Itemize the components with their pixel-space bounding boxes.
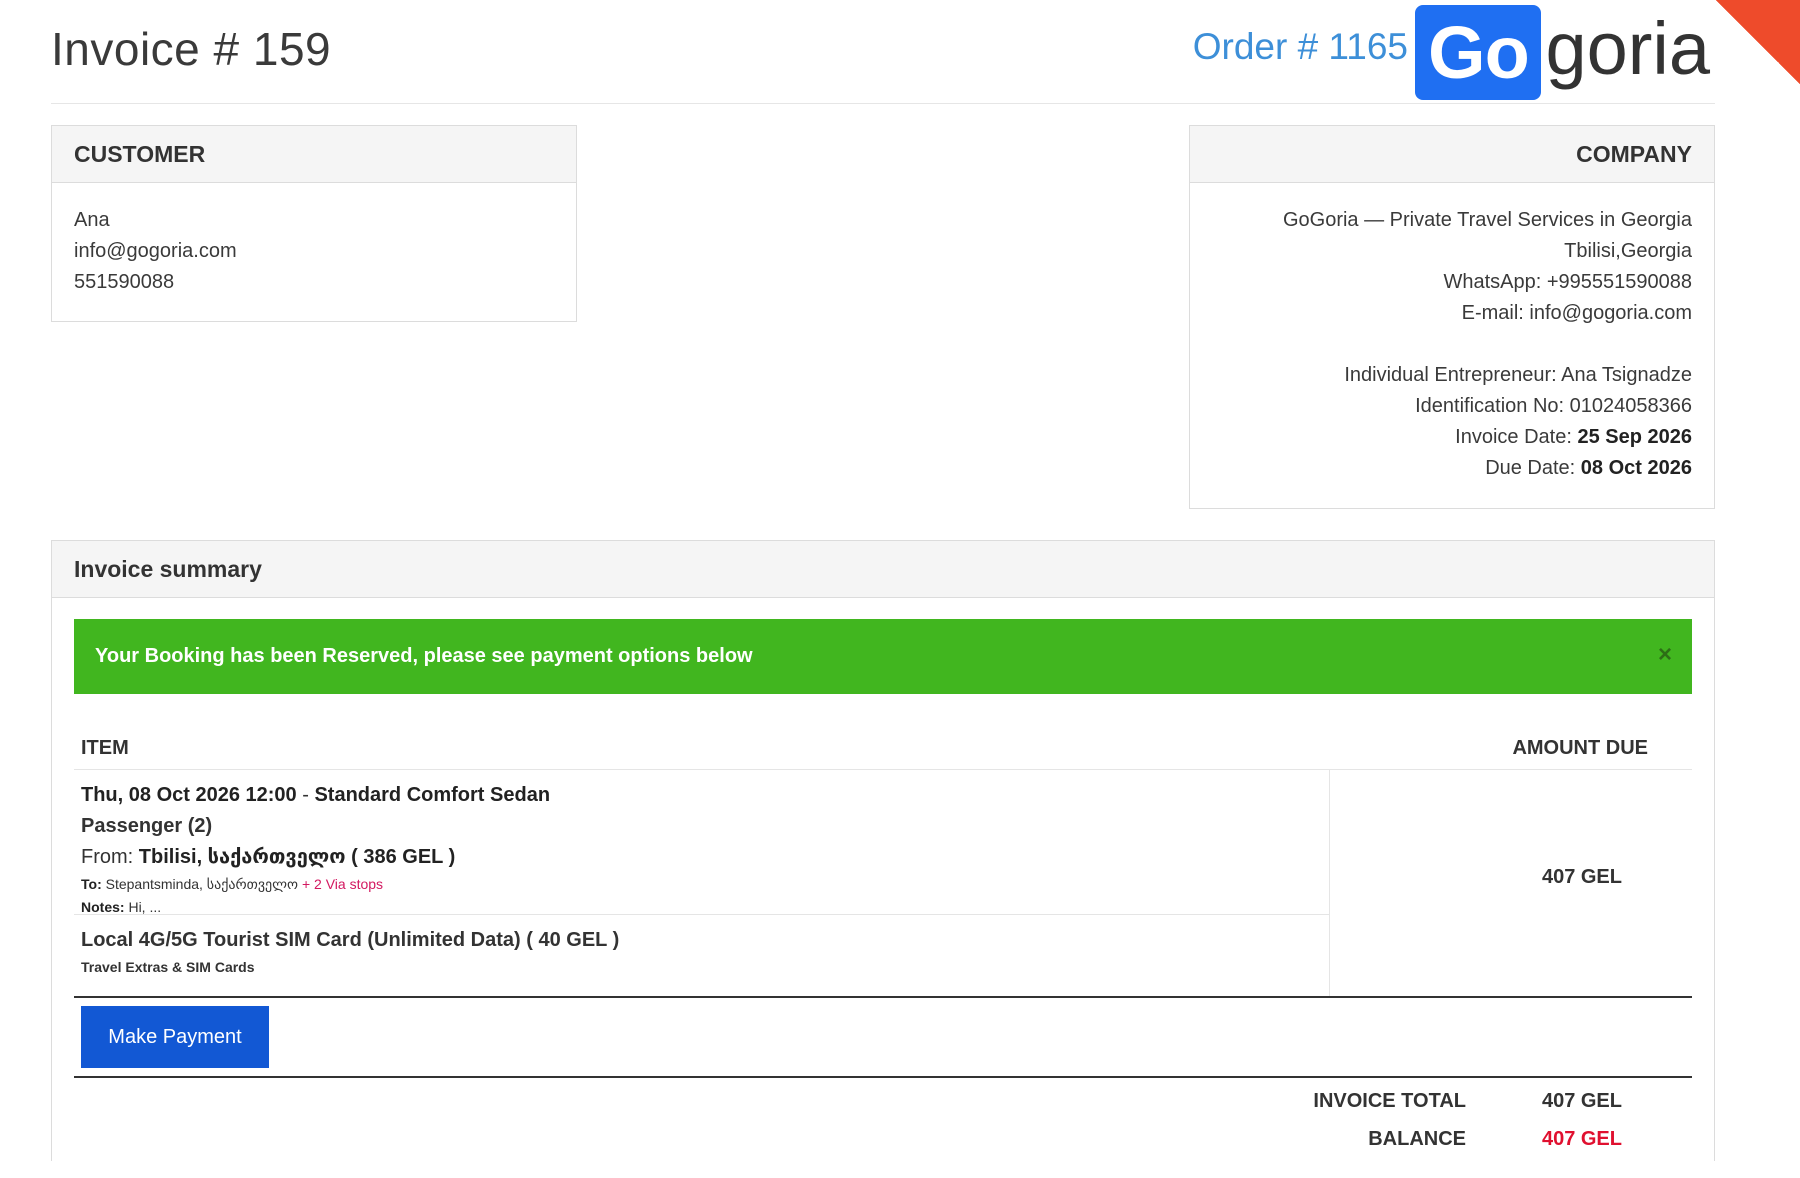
item-column: Thu, 08 Oct 2026 12:00 - Standard Comfor… [74,770,1330,996]
company-panel: COMPANY GoGoria — Private Travel Service… [1189,125,1715,509]
due-date: Due Date: 08 Oct 2026 [1212,453,1692,484]
company-entrepreneur: Individual Entrepreneur: Ana Tsignadze [1344,364,1692,386]
booking-datetime: Thu, 08 Oct 2026 12:00 [81,784,297,806]
gogoria-logo[interactable]: Go goria [1415,4,1710,100]
payment-row: Make Payment [74,998,1692,1078]
booking-passengers: Passenger (2) [81,815,213,837]
booking-vehicle: Standard Comfort Sedan [314,784,551,806]
amount-due-value: 407 GEL [1541,866,1622,888]
company-identification: Identification No: 01024058366 [1415,395,1692,417]
customer-details: Ana info@gogoria.com 551590088 [52,183,576,320]
booking-alert: Your Booking has been Reserved, please s… [74,619,1692,694]
invoice-date-value: 25 Sep 2026 [1577,426,1692,448]
column-amount-due: AMOUNT DUE [1512,737,1648,759]
invoice-date-label: Invoice Date: [1455,426,1578,448]
to-label: To: [81,876,102,892]
invoice-summary-panel: Invoice summary Your Booking has been Re… [51,540,1715,1161]
invoice-total-value: 407 GEL [1541,1090,1622,1112]
table-body: Thu, 08 Oct 2026 12:00 - Standard Comfor… [74,770,1692,998]
booking-title: Thu, 08 Oct 2026 12:00 - Standard Comfor… [81,780,1322,811]
company-whatsapp: WhatsApp: +995551590088 [1443,271,1692,293]
booking-separator: - [296,784,315,806]
logo-text: goria [1545,6,1710,90]
booking-from: From: Tbilisi, საქართველო ( 386 GEL ) [81,842,1322,873]
notes-label: Notes: [81,899,125,915]
company-city: Tbilisi,Georgia [1564,240,1692,262]
extra-title: Local 4G/5G Tourist SIM Card (Unlimited … [81,929,620,951]
customer-email: info@gogoria.com [74,240,237,262]
totals-section: INVOICE TOTAL 407 GEL BALANCE 407 GEL [74,1078,1692,1178]
notes-value: Hi, ... [124,899,162,915]
invoice-title: Invoice # 159 [51,23,332,75]
customer-panel: CUSTOMER Ana info@gogoria.com 551590088 [51,125,577,322]
company-name: GoGoria — Private Travel Services in Geo… [1282,209,1692,231]
company-details: GoGoria — Private Travel Services in Geo… [1190,183,1714,506]
customer-phone: 551590088 [74,271,175,293]
invoice-total-label: INVOICE TOTAL [1313,1090,1466,1112]
booking-to: To: Stepantsminda, საქართველო + 2 Via st… [81,873,1322,896]
from-label: From: [81,846,139,868]
via-stops-link[interactable]: + 2 Via stops [302,876,383,892]
make-payment-button[interactable]: Make Payment [81,1006,269,1068]
alert-message: Your Booking has been Reserved, please s… [95,645,753,667]
to-value: Stepantsminda, საქართველო [101,876,302,892]
company-email: E-mail: info@gogoria.com [1461,302,1692,324]
from-value: Tbilisi, საქართველო ( 386 GEL ) [138,846,456,868]
corner-ribbon [1716,0,1800,84]
extra-category: Travel Extras & SIM Cards [81,959,255,975]
due-date-value: 08 Oct 2026 [1580,457,1692,479]
table-row: Thu, 08 Oct 2026 12:00 - Standard Comfor… [74,770,1329,915]
company-heading: COMPANY [1190,126,1714,183]
invoice-date: Invoice Date: 25 Sep 2026 [1212,422,1692,453]
order-number: Order # 1165 [1192,26,1408,67]
customer-name: Ana [74,209,110,231]
invoice-header: Invoice # 159 Order # 1165 Go goria [51,0,1715,104]
invoice-items-table: ITEM AMOUNT DUE Thu, 08 Oct 2026 12:00 -… [74,723,1692,1178]
table-row: Local 4G/5G Tourist SIM Card (Unlimited … [74,915,1329,979]
customer-heading: CUSTOMER [52,126,576,183]
invoice-summary-heading: Invoice summary [52,541,1714,598]
close-icon[interactable]: × [1658,641,1672,669]
column-item: ITEM [81,737,129,759]
invoice-page: Invoice # 159 Order # 1165 Go goria CUST… [51,0,1715,1161]
logo-highlight: Go [1415,4,1542,100]
due-date-label: Due Date: [1485,457,1581,479]
table-header: ITEM AMOUNT DUE [74,723,1692,770]
